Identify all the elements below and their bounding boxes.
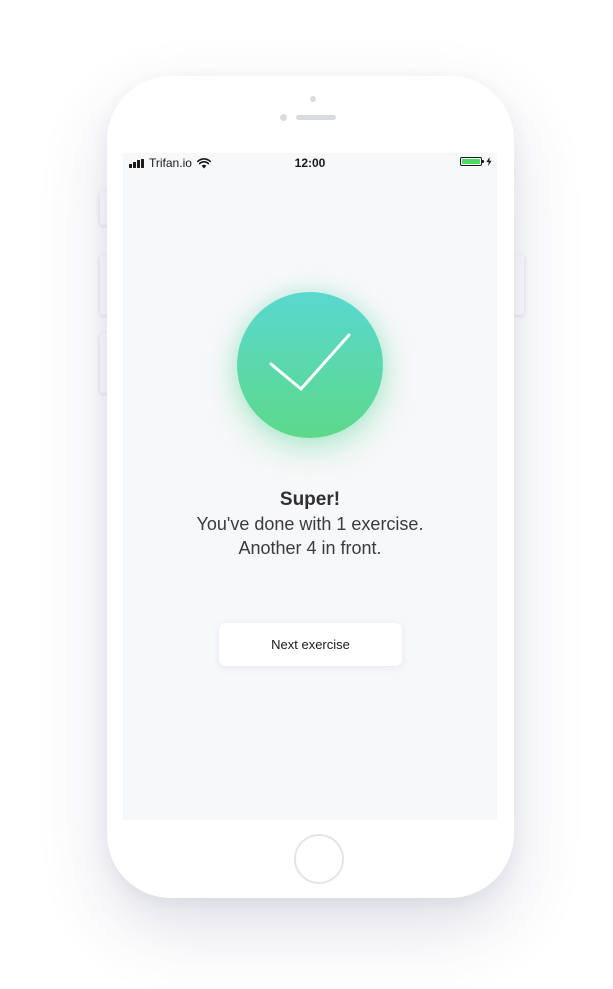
success-line-1: You've done with 1 exercise. bbox=[196, 514, 424, 534]
success-message: Super! You've done with 1 exercise. Anot… bbox=[123, 488, 497, 560]
battery-full-icon bbox=[460, 157, 484, 166]
power-button bbox=[514, 255, 524, 315]
proximity-sensor bbox=[280, 114, 287, 121]
status-bar: Trifan.io 12:00 bbox=[123, 153, 497, 173]
mockup-stage: Trifan.io 12:00 Super! You've done with … bbox=[0, 0, 613, 989]
status-right bbox=[460, 157, 492, 166]
app-screen: Trifan.io 12:00 Super! You've done with … bbox=[123, 153, 497, 820]
success-badge bbox=[237, 292, 383, 438]
success-title: Super! bbox=[279, 489, 341, 510]
success-line-2: Another 4 in front. bbox=[238, 538, 382, 558]
battery-level-fill bbox=[462, 159, 480, 164]
status-time: 12:00 bbox=[294, 156, 326, 170]
checkmark-icon bbox=[269, 333, 351, 391]
lightning-bolt-icon bbox=[486, 157, 492, 166]
earpiece-speaker bbox=[296, 115, 336, 120]
front-camera bbox=[310, 96, 316, 102]
home-button[interactable] bbox=[294, 834, 344, 884]
next-exercise-button[interactable]: Next exercise bbox=[219, 623, 402, 666]
